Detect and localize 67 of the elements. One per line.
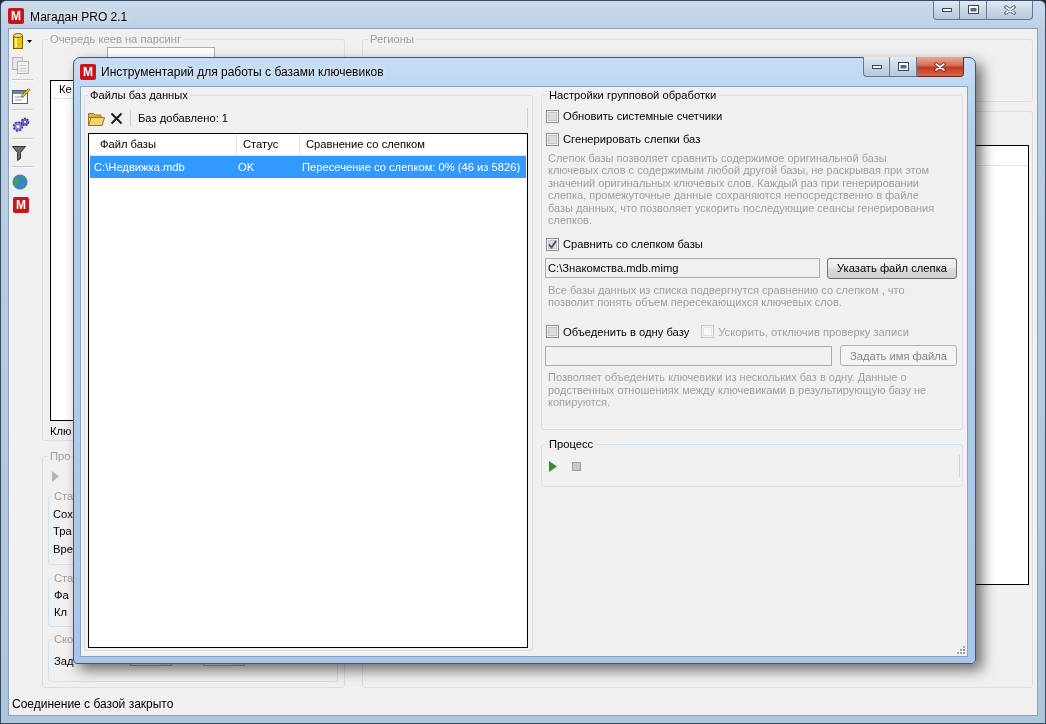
maximize-icon — [897, 62, 909, 71]
close-icon — [1003, 4, 1016, 15]
column-header[interactable]: Файл базы — [89, 134, 237, 155]
cross-icon[interactable] — [110, 111, 123, 125]
table-cell-text: OK — [237, 160, 256, 175]
hint-text: Позволяет объеденить ключевики из нескольких баз в одну. Данные о родственных отношениях между ключевиками в результирующую базу не копируются. — [547, 371, 928, 409]
text-field[interactable]: C:\Знакомства.mdb.mimg — [545, 258, 820, 279]
window-title: Магадан PRO 2.1 — [30, 9, 128, 26]
close-button[interactable] — [917, 57, 964, 77]
checkbox[interactable] — [546, 109, 559, 123]
group-title: Очередь кеев на парсинг — [49, 33, 183, 46]
app-logo: М — [80, 64, 96, 80]
checkbox-label: Объеденить в одну базу — [563, 324, 690, 339]
resize-grip-icon[interactable] — [956, 645, 965, 654]
group-title: Файлы баз данных — [89, 89, 189, 102]
minimize-button[interactable] — [933, 1, 960, 20]
text-field[interactable] — [107, 47, 215, 57]
hint-text: Слепок базы позволяет сравнить содержимое оригинальной базы ключевых слов с содержимым любой другой базы, не раскрывая при этом значений оригинальных ключевых слов. Каждый раз при генерировании слепка, промежуточные данные сохраняются непосредственно в файле базы данных, что позволяет ускорить последующие сеансы генерирования слепков. — [547, 152, 935, 227]
column-header[interactable]: Статус — [237, 134, 300, 155]
checkbox[interactable] — [546, 132, 559, 146]
table-cell-text: C:\Недвижка.mdb — [93, 160, 186, 175]
field-label: Зад — [54, 653, 74, 669]
close-button[interactable] — [987, 1, 1033, 20]
group-title: Ско — [53, 633, 74, 646]
globe-icon[interactable] — [12, 174, 28, 190]
group-title: Ста — [53, 490, 74, 503]
file-button[interactable]: Указать файл слепка — [826, 257, 957, 279]
checkbox[interactable] — [546, 325, 559, 339]
hint-text: Все базы данных из списка подвергнутся сравнению со слепком , что позволит понять объем пересекающихся ключевых слов. — [547, 283, 906, 309]
field-label: Фа — [54, 587, 69, 603]
minimize-icon — [871, 64, 882, 69]
group-title: Про — [49, 450, 71, 463]
field-label: Вре — [53, 541, 73, 557]
minimize-icon — [941, 7, 952, 12]
field-label: Кл — [54, 605, 68, 620]
open-folder-icon[interactable] — [88, 110, 105, 126]
group-title: Ста — [53, 572, 74, 585]
checkbox-label: Ускорить, отключив проверку записи — [718, 324, 909, 339]
count-label: Баз добавлено: 1 — [138, 112, 229, 124]
group-title: Процесс — [548, 438, 595, 451]
maximize-icon — [967, 5, 979, 14]
column-header[interactable]: Сравнение со слепком — [300, 134, 527, 155]
group-title: Настройки групповой обработки — [548, 89, 718, 102]
database-icon[interactable] — [13, 33, 23, 49]
field-label: Клю — [50, 424, 72, 438]
checkbox-label: Сравнить со слепком базы — [563, 237, 703, 252]
field-label: Тра — [53, 524, 72, 539]
filter-icon[interactable] — [12, 146, 26, 161]
status-text: Соединение с базой закрыто — [12, 697, 174, 712]
checkbox-label: Обновить системные счетчики — [563, 109, 723, 123]
maximize-button[interactable] — [890, 57, 917, 77]
maximize-button[interactable] — [960, 1, 987, 20]
gears-icon[interactable] — [12, 117, 30, 133]
minimize-button[interactable] — [863, 57, 890, 77]
group-title: Регионы — [369, 33, 415, 46]
window-title: Инструментарий для работы с базами ключевиков — [101, 64, 384, 80]
field-label: Сох — [53, 506, 73, 522]
caret-icon[interactable] — [27, 39, 32, 43]
app-logo[interactable]: М — [13, 197, 29, 213]
play-icon[interactable] — [549, 460, 557, 472]
app-logo: М — [8, 8, 24, 24]
form-icon[interactable] — [12, 87, 30, 104]
checkbox-label: Сгенерировать слепки баз — [563, 132, 701, 146]
table-cell-text: Пересечение со слепком: 0% (46 из 5826) — [301, 160, 522, 175]
text-field[interactable] — [545, 345, 832, 366]
checkbox[interactable] — [546, 237, 559, 251]
close-icon — [934, 61, 946, 72]
